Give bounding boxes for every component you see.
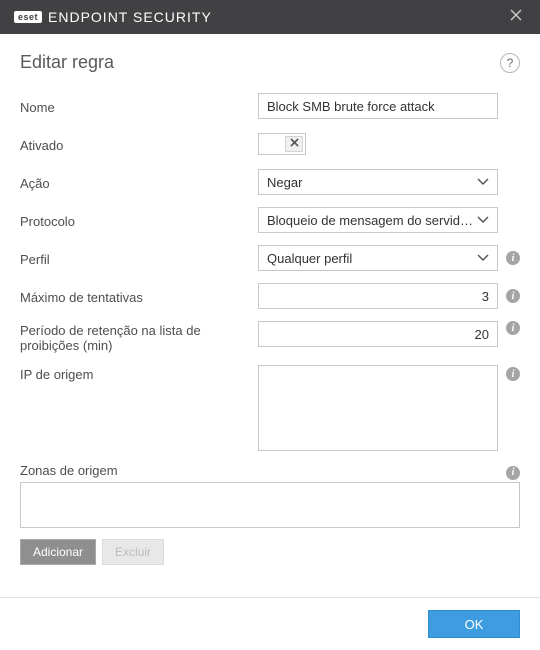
protocol-label: Protocolo bbox=[20, 212, 258, 229]
info-icon[interactable]: i bbox=[506, 289, 520, 303]
page-title: Editar regra bbox=[20, 52, 500, 73]
info-icon[interactable]: i bbox=[506, 367, 520, 381]
delete-button: Excluir bbox=[102, 539, 164, 565]
chevron-down-icon bbox=[477, 254, 489, 262]
info-icon[interactable]: i bbox=[506, 466, 520, 480]
source-zones-label: Zonas de origem bbox=[20, 463, 498, 478]
x-icon bbox=[290, 138, 299, 150]
action-select[interactable]: Negar bbox=[258, 169, 498, 195]
window-close-button[interactable] bbox=[502, 3, 530, 31]
source-zones-input[interactable] bbox=[20, 482, 520, 528]
action-value: Negar bbox=[267, 175, 477, 190]
row-profile: Perfil Qualquer perfil i bbox=[20, 245, 520, 271]
source-ip-input[interactable] bbox=[258, 365, 498, 451]
row-source-zones: Zonas de origem i bbox=[20, 463, 520, 531]
row-max-attempts: Máximo de tentativas i bbox=[20, 283, 520, 309]
retention-input[interactable] bbox=[258, 321, 498, 347]
retention-label: Período de retenção na lista de proibiçõ… bbox=[20, 321, 258, 353]
name-input[interactable] bbox=[258, 93, 498, 119]
name-label: Nome bbox=[20, 98, 258, 115]
close-icon bbox=[510, 8, 522, 26]
titlebar: eset ENDPOINT SECURITY bbox=[0, 0, 540, 34]
chevron-down-icon bbox=[477, 216, 489, 224]
form: Nome Ativado Ação Negar bbox=[0, 79, 540, 565]
enabled-label: Ativado bbox=[20, 136, 258, 153]
info-icon[interactable]: i bbox=[506, 251, 520, 265]
row-enabled: Ativado bbox=[20, 131, 520, 157]
max-attempts-input[interactable] bbox=[258, 283, 498, 309]
brand-badge: eset bbox=[14, 11, 42, 23]
footer: OK bbox=[0, 597, 540, 650]
row-source-ip: IP de origem i bbox=[20, 365, 520, 451]
row-name: Nome bbox=[20, 93, 520, 119]
row-protocol: Protocolo Bloqueio de mensagem do servid… bbox=[20, 207, 520, 233]
info-icon[interactable]: i bbox=[506, 321, 520, 335]
row-retention: Período de retenção na lista de proibiçõ… bbox=[20, 321, 520, 353]
enabled-toggle[interactable] bbox=[258, 133, 306, 155]
profile-select[interactable]: Qualquer perfil bbox=[258, 245, 498, 271]
page-header: Editar regra ? bbox=[0, 34, 540, 79]
chevron-down-icon bbox=[477, 178, 489, 186]
help-icon: ? bbox=[507, 56, 514, 70]
toggle-knob bbox=[285, 136, 303, 152]
protocol-value: Bloqueio de mensagem do servidor (SMB) bbox=[267, 213, 477, 228]
zone-actions: Adicionar Excluir bbox=[20, 539, 520, 565]
row-action: Ação Negar bbox=[20, 169, 520, 195]
source-ip-label: IP de origem bbox=[20, 365, 258, 382]
profile-label: Perfil bbox=[20, 250, 258, 267]
max-attempts-label: Máximo de tentativas bbox=[20, 288, 258, 305]
profile-value: Qualquer perfil bbox=[267, 251, 477, 266]
add-button[interactable]: Adicionar bbox=[20, 539, 96, 565]
action-label: Ação bbox=[20, 174, 258, 191]
help-button[interactable]: ? bbox=[500, 53, 520, 73]
protocol-select[interactable]: Bloqueio de mensagem do servidor (SMB) bbox=[258, 207, 498, 233]
brand-title: ENDPOINT SECURITY bbox=[48, 9, 212, 25]
ok-button[interactable]: OK bbox=[428, 610, 520, 638]
